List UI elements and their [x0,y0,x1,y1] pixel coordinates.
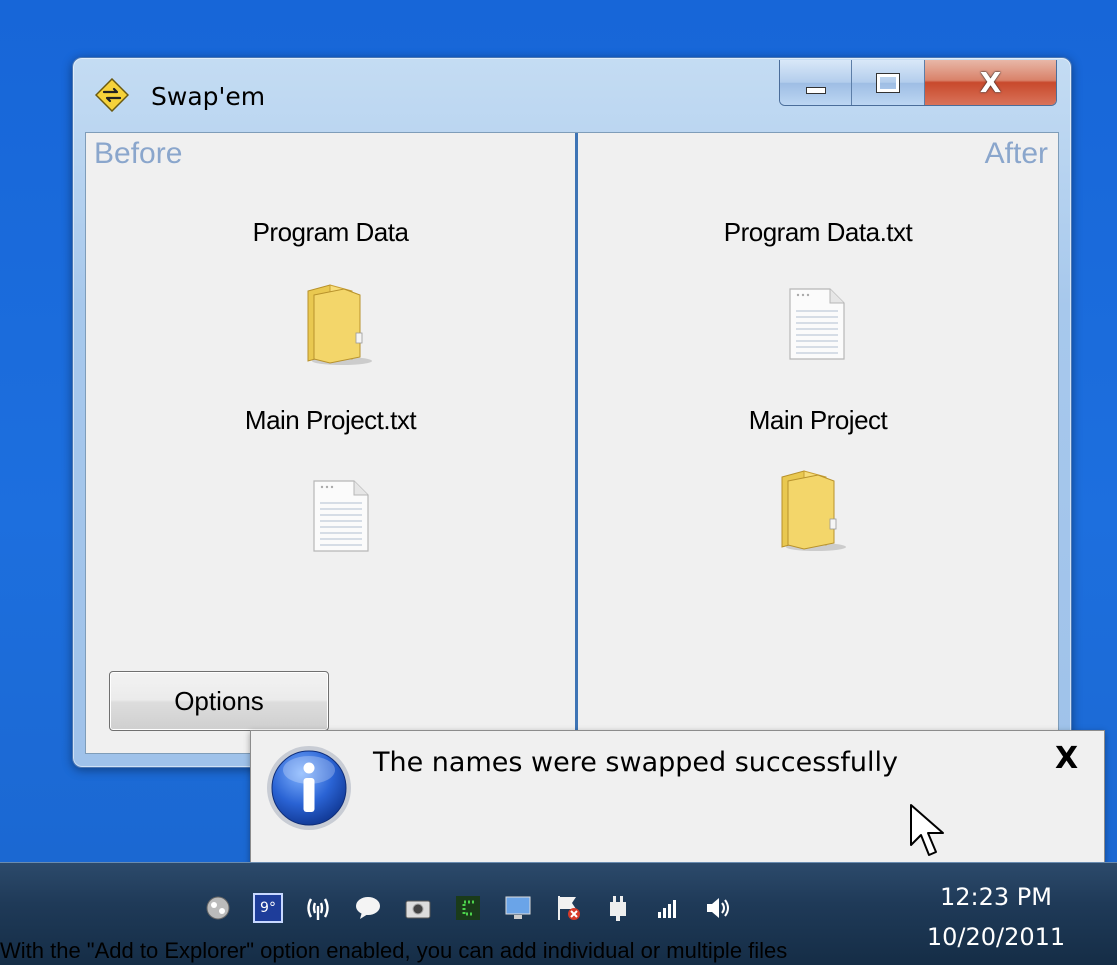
notification-message: The names were swapped successfully [373,747,898,778]
swapem-window: Swap'em X Before Program Data Main Proje… [72,57,1072,768]
text-file-icon[interactable] [784,287,848,363]
info-icon [267,746,351,830]
after-item-name: Program Data.txt [723,217,913,247]
chat-bubble-icon[interactable] [350,890,386,926]
system-tray: 9° [200,883,736,933]
before-pane: Before Program Data Main Project.txt Opt… [86,133,575,753]
swap-app-icon [95,78,129,112]
before-item-name: Main Project.txt [244,405,417,435]
title-bar[interactable]: Swap'em X [73,58,1071,132]
before-label: Before [94,137,183,170]
signal-strength-icon[interactable] [650,890,686,926]
maximize-button[interactable] [852,60,925,105]
monitor-icon[interactable] [500,890,536,926]
action-center-flag-icon[interactable] [550,890,586,926]
before-item-name: Program Data [252,217,409,247]
green-app-icon[interactable] [450,890,486,926]
caption-overlay-text: With the "Add to Explorer" option enable… [0,938,788,963]
after-item-name: Main Project [748,405,888,435]
minimize-icon [805,87,826,94]
notification-balloon[interactable]: The names were swapped successfully X [250,730,1105,864]
volume-icon[interactable] [700,890,736,926]
mouse-cursor-icon [910,804,944,856]
close-button[interactable]: X [924,60,1056,105]
wireless-icon[interactable] [300,890,336,926]
options-button[interactable]: Options [109,671,329,731]
camera-icon[interactable] [400,890,436,926]
client-area: Before Program Data Main Project.txt Opt… [85,132,1059,754]
notification-close-button[interactable]: X [1055,741,1078,776]
weather-badge: 9° [253,893,283,923]
minimize-button[interactable] [780,60,853,105]
folder-icon[interactable] [774,467,846,551]
network-tray-icon[interactable] [200,890,236,926]
maximize-icon [876,72,901,93]
close-icon: X [979,66,1002,99]
after-pane: After Program Data.txt Main Project [578,133,1058,753]
clock-time: 12:23 PM [940,883,1052,911]
power-plug-icon[interactable] [600,890,636,926]
text-file-icon[interactable] [308,479,372,555]
window-title: Swap'em [151,82,266,111]
weather-badge-icon[interactable]: 9° [250,890,286,926]
after-label: After [984,137,1048,170]
caption-buttons: X [779,60,1057,106]
folder-icon[interactable] [300,281,372,365]
